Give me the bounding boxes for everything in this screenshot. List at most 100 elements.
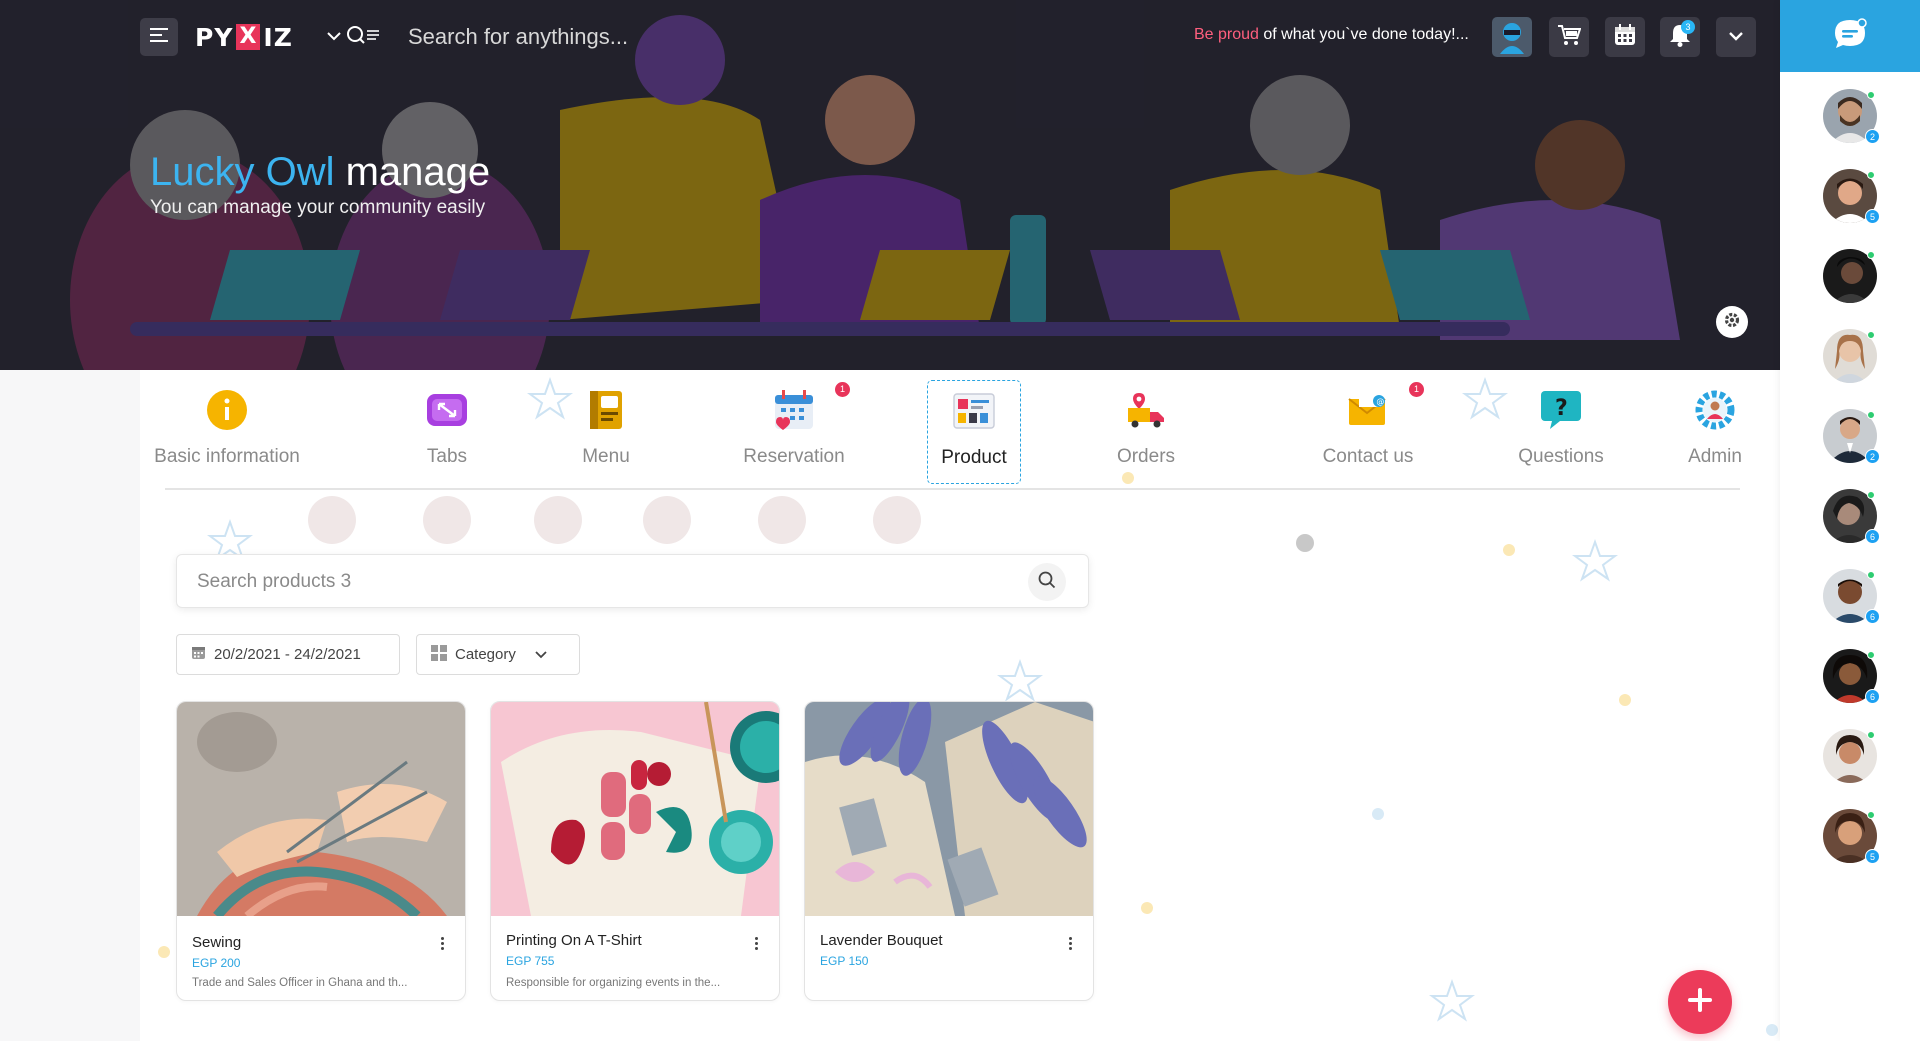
tab-label: Questions	[1518, 446, 1604, 467]
product-card[interactable]: Sewing EGP 200 Trade and Sales Officer i…	[176, 701, 466, 1001]
date-range-filter[interactable]: 20/2/2021 - 24/2/2021	[176, 634, 400, 675]
tab-tabs[interactable]: Tabs	[417, 388, 477, 488]
add-product-button[interactable]	[1668, 970, 1732, 1034]
contact-avatar[interactable]: 6	[1823, 649, 1880, 704]
reservation-badge: 1	[835, 382, 850, 397]
product-image	[177, 702, 465, 916]
calendar-icon	[191, 645, 206, 664]
hero-title: Lucky Owl manage	[150, 150, 490, 195]
product-card[interactable]: Printing On A T-Shirt EGP 755 Responsibl…	[490, 701, 780, 1001]
contact-avatar[interactable]: 2	[1823, 89, 1880, 144]
product-search-button[interactable]	[1028, 563, 1066, 601]
tab-label: Orders	[1116, 446, 1176, 467]
chevron-down-icon	[326, 28, 342, 46]
contact-avatar[interactable]: 6	[1823, 489, 1880, 544]
tabs-icon	[425, 388, 469, 432]
product-search-box	[176, 554, 1089, 608]
menu-book-icon	[584, 388, 628, 432]
user-avatar-button[interactable]	[1492, 17, 1532, 57]
tab-contact-us[interactable]: @ 1 Contact us	[1318, 382, 1424, 488]
message-count-badge: 6	[1865, 529, 1880, 544]
chat-bubble-icon	[1833, 17, 1867, 55]
category-filter[interactable]: Category	[416, 634, 580, 675]
online-indicator	[1867, 91, 1875, 99]
online-indicator	[1867, 491, 1875, 499]
tab-reservation[interactable]: 1 Reservation	[740, 382, 850, 488]
product-price: EGP 200	[192, 956, 241, 970]
chevron-down-icon	[1728, 28, 1744, 46]
contact-avatar[interactable]: 5	[1823, 809, 1880, 864]
online-indicator	[1867, 411, 1875, 419]
product-name: Printing On A T-Shirt	[506, 932, 642, 949]
logo-text-end: IZ	[263, 22, 293, 52]
tab-questions[interactable]: ? Questions	[1515, 388, 1607, 488]
online-indicator	[1867, 811, 1875, 819]
tab-label: Contact us	[1322, 446, 1414, 467]
product-image	[805, 702, 1093, 916]
contact-avatar[interactable]: 6	[1823, 569, 1880, 624]
top-bar: PYXIZ Be proud of what you`ve done today…	[0, 0, 1780, 74]
tab-admin[interactable]: Admin	[1685, 388, 1745, 488]
motto-highlight: Be proud	[1194, 26, 1259, 43]
grid-icon	[431, 644, 447, 665]
contact-avatar[interactable]: 2	[1823, 409, 1880, 464]
info-icon	[205, 388, 249, 432]
contact-avatar[interactable]	[1823, 329, 1877, 383]
contact-avatar[interactable]	[1823, 729, 1877, 783]
contact-avatar[interactable]	[1823, 249, 1877, 303]
chevron-down-icon	[534, 646, 548, 663]
message-count-badge: 6	[1865, 689, 1880, 704]
chat-button[interactable]	[1780, 0, 1920, 72]
tab-product[interactable]: Product	[927, 380, 1021, 484]
message-count-badge: 2	[1865, 129, 1880, 144]
tab-orders[interactable]: Orders	[1113, 388, 1179, 488]
search-scope-toggle[interactable]	[326, 24, 388, 50]
product-search-input[interactable]	[197, 565, 1017, 599]
online-indicator	[1867, 171, 1875, 179]
svg-text:@: @	[1376, 397, 1384, 406]
online-indicator	[1867, 731, 1875, 739]
cart-button[interactable]	[1549, 17, 1589, 57]
community-tabs: Basic information Tabs Menu 1 Reservatio…	[154, 370, 1742, 490]
tab-label: Tabs	[426, 446, 468, 467]
menu-button[interactable]	[140, 18, 178, 56]
admin-gear-icon	[1693, 388, 1737, 432]
tab-label: Basic information	[154, 446, 300, 467]
app-logo[interactable]: PY X IZ	[195, 22, 293, 52]
contact-avatar[interactable]: 5	[1823, 169, 1880, 224]
product-description: Responsible for organizing events in the…	[506, 977, 721, 989]
product-name: Sewing	[192, 934, 242, 951]
account-dropdown-button[interactable]	[1716, 17, 1756, 57]
left-gutter	[0, 370, 140, 1041]
message-count-badge: 5	[1865, 209, 1880, 224]
more-options-icon[interactable]	[1063, 932, 1077, 954]
tab-label: Reservation	[743, 446, 845, 467]
reservation-calendar-icon: 1	[772, 382, 850, 432]
hero-title-rest: manage	[334, 150, 491, 194]
tab-label: Product	[941, 447, 1007, 468]
tab-menu[interactable]: Menu	[571, 388, 641, 488]
tabs-divider	[165, 488, 1740, 490]
product-icon	[952, 389, 996, 433]
tab-basic-information[interactable]: Basic information	[154, 388, 300, 488]
tab-label: Admin	[1688, 446, 1742, 467]
notifications-button[interactable]: 3	[1660, 17, 1700, 57]
motto-text: Be proud of what you`ve done today!...	[1194, 26, 1469, 44]
cover-settings-button[interactable]	[1716, 306, 1748, 338]
tab-label: Menu	[582, 446, 630, 467]
contacts-sidebar: 2 5 2 6 6 6 5	[1780, 0, 1920, 1041]
search-icon	[1038, 571, 1056, 594]
category-label: Category	[455, 646, 516, 663]
online-indicator	[1867, 331, 1875, 339]
date-range-value: 20/2/2021 - 24/2/2021	[214, 646, 361, 663]
global-search-input[interactable]	[408, 18, 1048, 56]
search-filter-icon	[346, 24, 380, 51]
plus-icon	[1686, 986, 1714, 1019]
online-indicator	[1867, 571, 1875, 579]
message-count-badge: 6	[1865, 609, 1880, 624]
logo-text: PY	[195, 22, 234, 52]
calendar-button[interactable]	[1605, 17, 1645, 57]
product-card[interactable]: Lavender Bouquet EGP 150	[804, 701, 1094, 1001]
more-options-icon[interactable]	[749, 932, 763, 954]
more-options-icon[interactable]	[435, 932, 449, 954]
